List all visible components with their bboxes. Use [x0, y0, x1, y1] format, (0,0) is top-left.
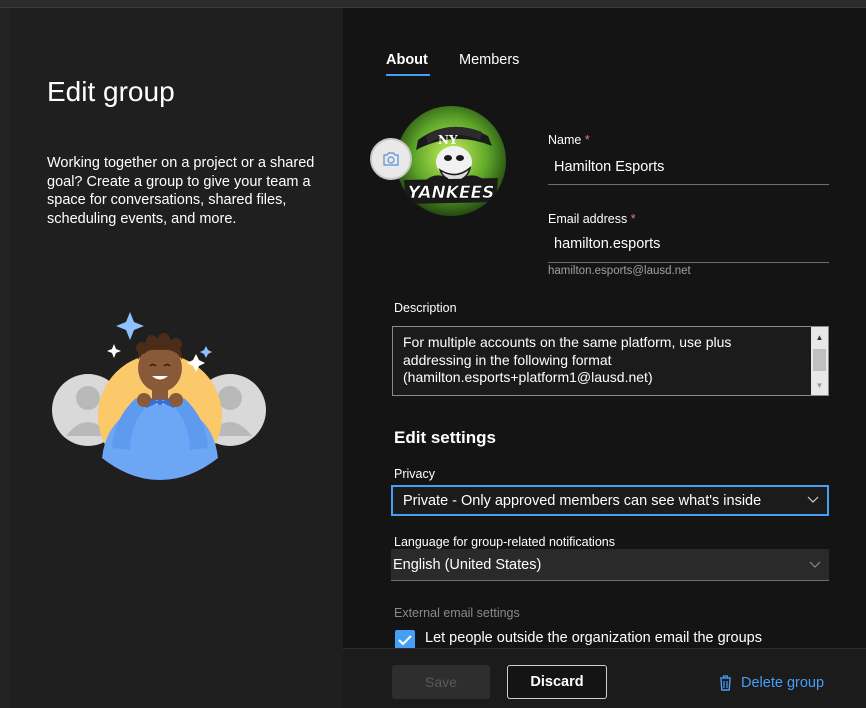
edit-settings-heading: Edit settings	[394, 428, 497, 447]
external-email-checkbox-label: Let people outside the organization emai…	[425, 630, 762, 646]
window-left-edge	[0, 8, 10, 708]
tab-members[interactable]: Members	[459, 52, 519, 68]
form-footer: Save Discard Delete group	[343, 648, 866, 708]
language-select[interactable]: English (United States)	[391, 549, 829, 581]
svg-text:YANKEES: YANKEES	[408, 183, 495, 203]
delete-group-button[interactable]: Delete group	[719, 673, 824, 693]
trash-icon	[720, 675, 731, 691]
checkmark-icon	[398, 635, 412, 646]
window-top-strip	[0, 0, 866, 8]
scroll-up-arrow-icon[interactable]: ▲	[811, 329, 828, 345]
active-tab-indicator	[386, 74, 430, 76]
external-email-checkbox[interactable]	[395, 630, 415, 650]
delete-group-label: Delete group	[741, 675, 825, 691]
external-email-settings-label: External email settings	[394, 606, 520, 620]
language-label: Language for group-related notifications	[394, 535, 615, 549]
email-field[interactable]: hamilton.esports	[554, 236, 660, 252]
page-description: Working together on a project or a share…	[47, 155, 315, 227]
email-label: Email address *	[548, 212, 636, 226]
edit-form-panel: About Members YANKEES NY Name * Hamilton…	[343, 8, 866, 708]
tab-about[interactable]: About	[386, 52, 428, 68]
privacy-selected-value: Private - Only approved members can see …	[403, 493, 762, 509]
discard-button[interactable]: Discard	[507, 665, 607, 699]
save-button[interactable]: Save	[392, 665, 490, 699]
group-avatar[interactable]: YANKEES NY	[396, 106, 506, 216]
camera-icon	[383, 152, 399, 166]
description-scrollbar[interactable]: ▲ ▼	[811, 327, 828, 395]
language-selected-value: English (United States)	[393, 557, 542, 573]
change-photo-button[interactable]	[370, 138, 412, 180]
chevron-down-icon	[809, 561, 821, 568]
page-title: Edit group	[47, 76, 175, 107]
left-info-panel: Edit group Working together on a project…	[10, 8, 343, 708]
svg-text:NY: NY	[438, 133, 458, 147]
yankees-logo-image: YANKEES NY	[396, 106, 506, 216]
scroll-down-arrow-icon[interactable]: ▼	[811, 377, 828, 393]
description-textarea[interactable]: For multiple accounts on the same platfo…	[392, 326, 829, 396]
name-field-underline	[548, 184, 829, 185]
chevron-down-icon	[807, 496, 819, 503]
description-text: For multiple accounts on the same platfo…	[403, 334, 732, 385]
description-label: Description	[394, 301, 457, 315]
scroll-thumb[interactable]	[813, 349, 826, 371]
privacy-select[interactable]: Private - Only approved members can see …	[391, 485, 829, 516]
name-field[interactable]: Hamilton Esports	[554, 159, 664, 175]
name-label: Name *	[548, 133, 590, 147]
email-helper-text: hamilton.esports@lausd.net	[548, 265, 691, 277]
group-illustration	[52, 312, 266, 480]
privacy-label: Privacy	[394, 467, 435, 481]
email-field-underline	[548, 262, 829, 263]
